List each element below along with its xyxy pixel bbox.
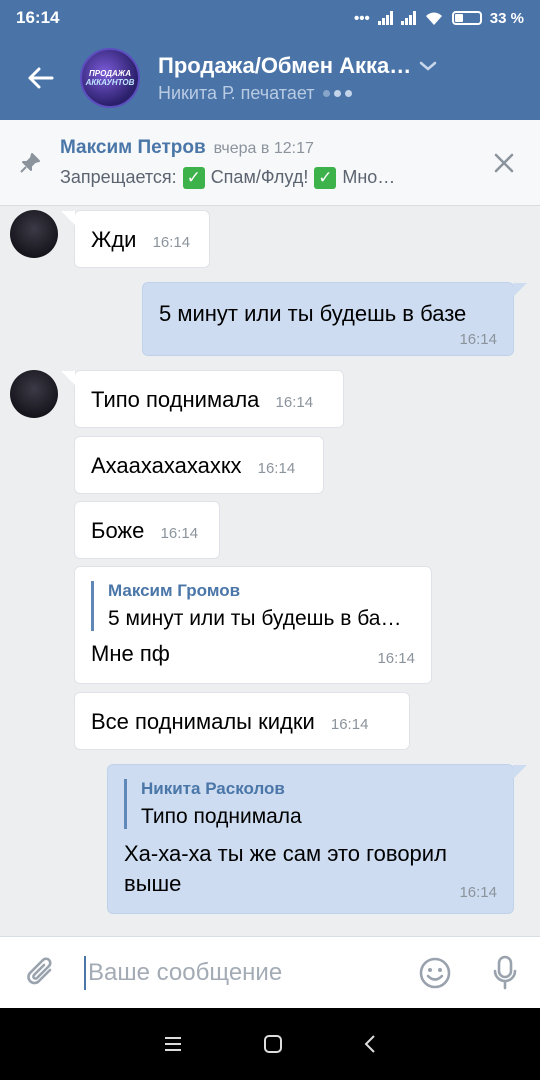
message-bubble[interactable]: Боже 16:14 bbox=[74, 501, 220, 559]
system-nav-bar bbox=[0, 1008, 540, 1080]
message-time: 16:14 bbox=[459, 884, 497, 901]
message-text: Боже bbox=[91, 518, 145, 543]
paperclip-icon bbox=[27, 956, 52, 984]
back-nav-icon[interactable] bbox=[363, 1034, 377, 1054]
pinned-message[interactable]: Максим Петров вчера в 12:17 Запрещается: … bbox=[0, 120, 540, 206]
reply-author: Никита Расколов bbox=[141, 779, 285, 798]
message-bubble[interactable]: Жди 16:14 bbox=[61, 210, 210, 268]
typing-dots-icon bbox=[322, 89, 352, 97]
signal-icon-2 bbox=[400, 11, 416, 25]
message-input[interactable] bbox=[88, 958, 388, 987]
battery-level: 33 % bbox=[489, 9, 524, 27]
check-mark-icon: ✓ bbox=[182, 166, 205, 189]
voice-message-button[interactable] bbox=[470, 955, 540, 991]
message-text: Типо поднимала bbox=[91, 387, 260, 412]
message-bubble[interactable]: Максим Громов 5 минут или ты будешь в ба… bbox=[74, 566, 432, 684]
pinned-author: Максим Петров bbox=[60, 136, 206, 158]
pinned-item-1: Спам/Флуд! bbox=[210, 167, 309, 187]
menu-icon[interactable] bbox=[163, 1035, 183, 1053]
chat-title: Продажа/Обмен Акка… bbox=[158, 52, 412, 78]
message-list[interactable]: Жди 16:14 5 минут или ты будешь в базе 1… bbox=[0, 206, 540, 936]
reply-quote[interactable]: Никита Расколов Типо поднимала bbox=[124, 779, 497, 829]
emoji-button[interactable] bbox=[400, 956, 470, 990]
signal-icon bbox=[377, 11, 393, 25]
battery-icon bbox=[451, 11, 482, 25]
text-caret bbox=[84, 955, 86, 990]
chat-avatar[interactable]: ПРОДАЖА АККАУНТОВ bbox=[80, 48, 140, 108]
avatar[interactable] bbox=[10, 370, 58, 418]
message-time: 16:14 bbox=[459, 331, 497, 348]
logo-text-1: ПРОДАЖА bbox=[89, 69, 131, 78]
message-time: 16:14 bbox=[275, 394, 314, 411]
avatar[interactable] bbox=[10, 210, 58, 258]
pinned-time: вчера в 12:17 bbox=[213, 139, 314, 157]
reply-quote[interactable]: Максим Громов 5 минут или ты будешь в ба… bbox=[91, 581, 415, 631]
pin-icon bbox=[20, 152, 40, 173]
message-time: 16:14 bbox=[257, 460, 296, 477]
message-bubble[interactable]: Никита Расколов Типо поднимала Ха-ха-ха … bbox=[107, 764, 527, 914]
close-icon bbox=[494, 153, 514, 172]
message-bubble[interactable]: 5 минут или ты будешь в базе 16:14 bbox=[142, 282, 527, 356]
reply-text: Типо поднимала bbox=[141, 805, 302, 828]
status-bar: 16:14 ••• 33 % bbox=[0, 0, 540, 36]
chat-title-block[interactable]: Продажа/Обмен Акка… Никита Р. печатает bbox=[158, 53, 540, 104]
wifi-icon bbox=[425, 12, 442, 25]
back-button[interactable] bbox=[0, 36, 80, 120]
home-icon[interactable] bbox=[263, 1034, 283, 1054]
message-text: 5 минут или ты будешь в базе bbox=[159, 301, 467, 326]
message-text: Жди bbox=[91, 227, 137, 252]
message-time: 16:14 bbox=[330, 716, 369, 733]
message-time: 16:14 bbox=[160, 525, 199, 542]
chat-header: ПРОДАЖА АККАУНТОВ Продажа/Обмен Акка… Ни… bbox=[0, 36, 540, 120]
pinned-text-prefix: Запрещается: bbox=[60, 167, 177, 187]
chevron-down-icon bbox=[420, 61, 437, 71]
typing-status: Никита Р. печатает bbox=[158, 82, 315, 103]
status-icons: ••• 33 % bbox=[354, 10, 524, 27]
message-time: 16:14 bbox=[377, 650, 415, 667]
attach-button[interactable] bbox=[0, 956, 84, 990]
arrow-left-icon bbox=[28, 67, 54, 89]
message-bubble[interactable]: Все поднималы кидки 16:14 bbox=[74, 692, 410, 750]
message-time: 16:14 bbox=[152, 234, 191, 251]
status-time: 16:14 bbox=[16, 8, 60, 27]
more-dots-icon: ••• bbox=[354, 9, 370, 27]
pinned-item-2: Мно… bbox=[342, 167, 396, 187]
reply-text: 5 минут или ты будешь в ба… bbox=[108, 607, 402, 630]
message-text: Все поднималы кидки bbox=[91, 709, 315, 734]
message-text: Ха-ха-ха ты же сам это говорил выше bbox=[124, 841, 447, 896]
close-pinned-button[interactable] bbox=[468, 152, 540, 174]
microphone-icon bbox=[493, 955, 517, 989]
message-bubble[interactable]: Ахаахахахахкх 16:14 bbox=[74, 436, 324, 494]
message-text: Мне пф bbox=[91, 641, 170, 666]
smile-icon bbox=[419, 957, 451, 988]
message-bubble[interactable]: Типо поднимала 16:14 bbox=[61, 370, 344, 428]
message-text: Ахаахахахахкх bbox=[91, 453, 242, 478]
logo-text-2: АККАУНТОВ bbox=[85, 78, 135, 87]
message-composer bbox=[0, 936, 540, 1008]
reply-author: Максим Громов bbox=[108, 581, 241, 600]
check-mark-icon: ✓ bbox=[314, 166, 337, 189]
